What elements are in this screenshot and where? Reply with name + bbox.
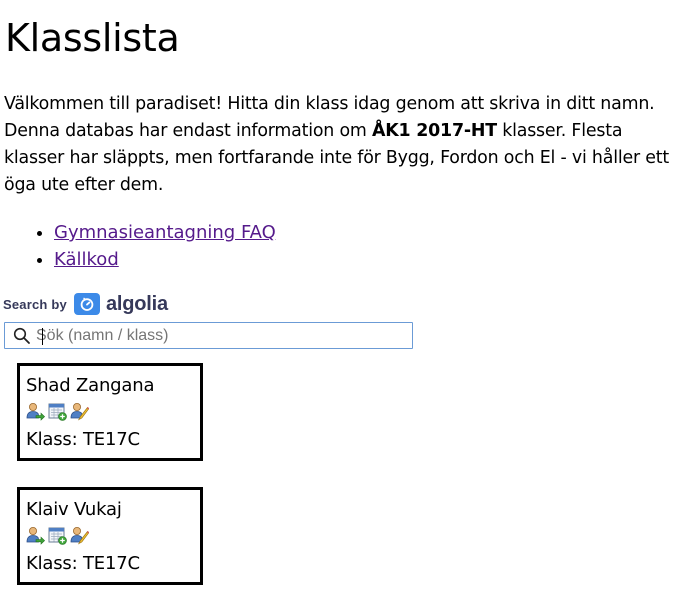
source-code-link[interactable]: Källkod: [54, 249, 119, 270]
link-list: Gymnasieantagning FAQ Källkod: [0, 219, 454, 273]
user-arrow-icon[interactable]: [26, 402, 46, 421]
user-edit-icon[interactable]: [70, 526, 90, 545]
result-card[interactable]: Klaiv Vukaj Klass: TE17C: [17, 487, 203, 585]
algolia-wordmark: algolia: [105, 292, 168, 315]
intro-highlight: ÅK1 2017-HT: [371, 121, 497, 141]
user-edit-icon[interactable]: [70, 402, 90, 421]
intro-text: Välkommen till paradiset! Hitta din klas…: [4, 91, 676, 199]
page: Klasslista Välkommen till paradiset! Hit…: [0, 0, 684, 594]
search-box[interactable]: [4, 322, 413, 349]
calendar-add-icon[interactable]: [48, 402, 67, 421]
faq-link[interactable]: Gymnasieantagning FAQ: [54, 222, 276, 243]
action-icons: [26, 402, 90, 421]
student-class: Klass: TE17C: [26, 429, 140, 450]
search-by-label: Search by: [3, 296, 67, 312]
list-item: Källkod: [54, 246, 454, 273]
result-card[interactable]: Shad Zangana Klass: TE17C: [17, 363, 203, 461]
algolia-attribution[interactable]: Search by algolia: [3, 292, 168, 316]
user-arrow-icon[interactable]: [26, 526, 46, 545]
action-icons: [26, 526, 90, 545]
student-class: Klass: TE17C: [26, 553, 140, 574]
algolia-logo-icon: [73, 293, 100, 315]
search-icon: [13, 327, 31, 349]
calendar-add-icon[interactable]: [48, 526, 67, 545]
student-name: Klaiv Vukaj: [26, 499, 122, 520]
search-input[interactable]: [36, 325, 396, 346]
list-item: Gymnasieantagning FAQ: [54, 219, 454, 246]
student-name: Shad Zangana: [26, 375, 155, 396]
page-title: Klasslista: [5, 16, 180, 60]
text-caret: [42, 328, 43, 345]
